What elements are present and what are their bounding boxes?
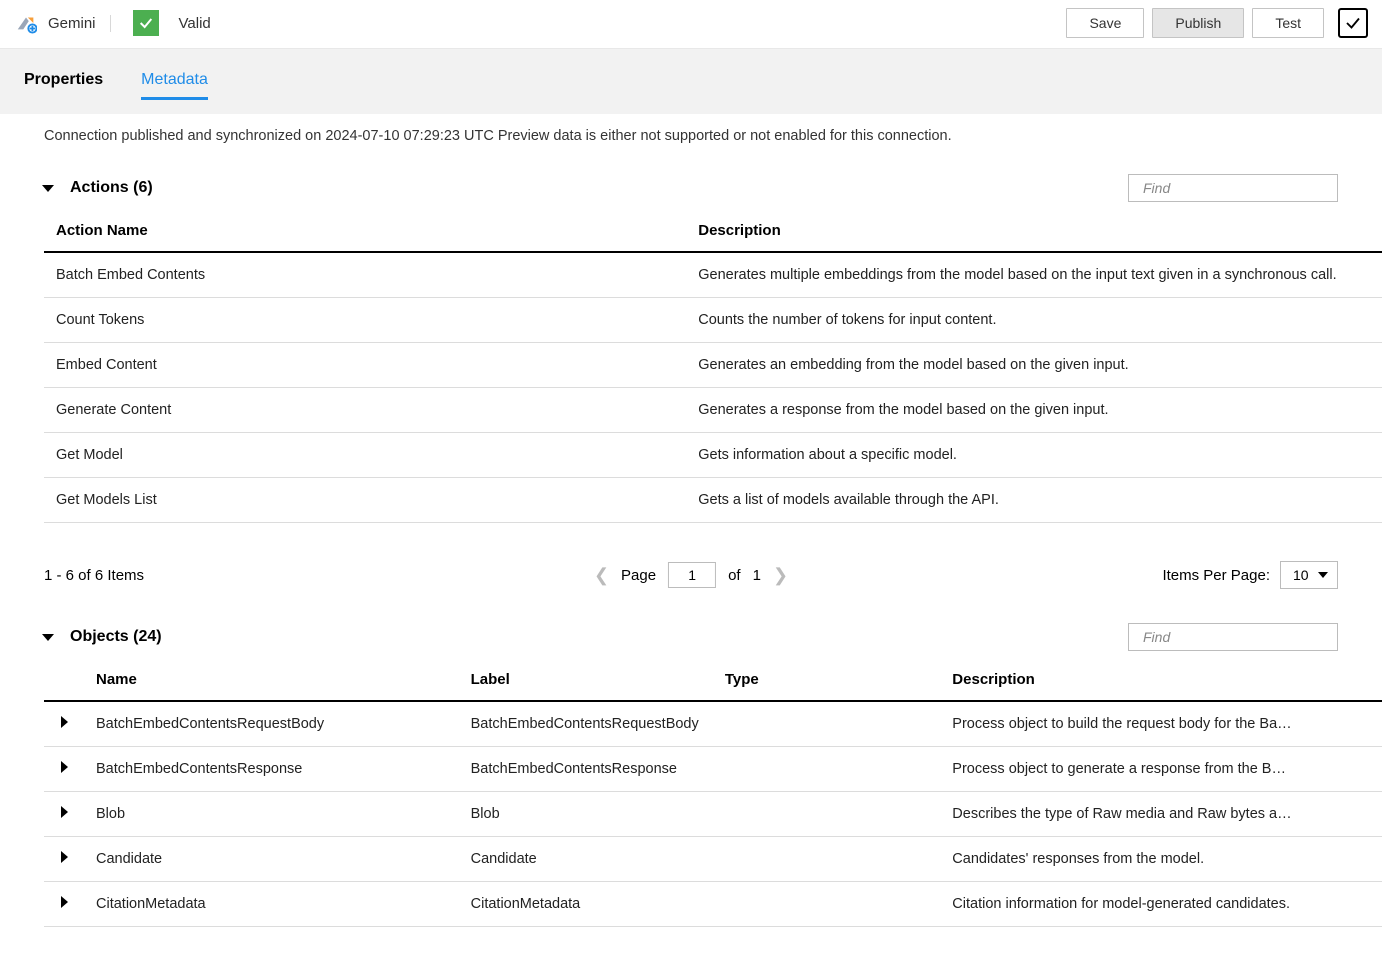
expand-row-toggle[interactable] [44, 837, 84, 882]
objects-find-input[interactable] [1128, 623, 1338, 651]
checkmark-button[interactable] [1338, 8, 1368, 38]
object-name: CitationMetadata [84, 882, 459, 927]
object-description: Process object to generate a response fr… [940, 747, 1382, 792]
table-row[interactable]: BatchEmbedContentsResponseBatchEmbedCont… [44, 747, 1382, 792]
valid-check-icon [133, 10, 159, 36]
objects-col-name: Name [84, 659, 459, 701]
action-name: Embed Content [44, 343, 686, 388]
chevron-right-icon [61, 761, 68, 773]
action-name: Generate Content [44, 388, 686, 433]
action-description: Generates multiple embeddings from the m… [686, 252, 1382, 298]
pager-prev-icon[interactable]: ❮ [594, 565, 609, 586]
object-name: BatchEmbedContentsRequestBody [84, 701, 459, 747]
object-description: Describes the type of Raw media and Raw … [940, 792, 1382, 837]
table-row[interactable]: CandidateCandidate Candidates' responses … [44, 837, 1382, 882]
action-description: Gets a list of models available through … [686, 478, 1382, 523]
object-description: Citation information for model-generated… [940, 882, 1382, 927]
actions-col-desc: Description [686, 210, 1382, 252]
object-label: Candidate [459, 837, 713, 882]
chevron-right-icon [61, 896, 68, 908]
table-row[interactable]: Count TokensCounts the number of tokens … [44, 298, 1382, 343]
object-name: Blob [84, 792, 459, 837]
items-per-page: Items Per Page: 10 [1162, 561, 1338, 589]
object-label: BatchEmbedContentsResponse [459, 747, 713, 792]
object-label: CitationMetadata [459, 882, 713, 927]
object-name: Candidate [84, 837, 459, 882]
pager-range: 1 - 6 of 6 Items [44, 567, 144, 584]
object-description: Candidates' responses from the model. [940, 837, 1382, 882]
object-description: Process object to build the request body… [940, 701, 1382, 747]
table-row[interactable]: BlobBlob Describes the type of Raw media … [44, 792, 1382, 837]
test-button[interactable]: Test [1252, 8, 1324, 38]
ipp-label: Items Per Page: [1162, 567, 1270, 584]
app-title: Gemini [48, 15, 111, 32]
section-objects-header: Objects (24) [0, 599, 1382, 659]
action-name: Get Model [44, 433, 686, 478]
expand-row-toggle[interactable] [44, 747, 84, 792]
table-row[interactable]: Batch Embed ContentsGenerates multiple e… [44, 252, 1382, 298]
object-type [713, 837, 940, 882]
expand-row-toggle[interactable] [44, 792, 84, 837]
pager-of-label: of [728, 567, 741, 584]
pager: 1 - 6 of 6 Items ❮ Page of 1 ❯ Items Per… [0, 523, 1382, 599]
object-name: BatchEmbedContentsResponse [84, 747, 459, 792]
table-row[interactable]: Get ModelGets information about a specif… [44, 433, 1382, 478]
chevron-right-icon [61, 716, 68, 728]
collapse-objects-toggle[interactable] [42, 634, 54, 641]
topbar-left: Gemini Valid [14, 10, 211, 36]
panel-metadata: Connection published and synchronized on… [0, 114, 1382, 967]
tab-metadata[interactable]: Metadata [141, 71, 208, 100]
object-type [713, 792, 940, 837]
pager-next-icon[interactable]: ❯ [773, 565, 788, 586]
object-label: BatchEmbedContentsRequestBody [459, 701, 713, 747]
status-text: Connection published and synchronized on… [0, 128, 1382, 160]
objects-col-type: Type [713, 659, 940, 701]
actions-table: Action Name Description Batch Embed Cont… [44, 210, 1382, 523]
objects-table: Name Label Type Description BatchEmbedCo… [44, 659, 1382, 927]
object-type [713, 747, 940, 792]
save-button[interactable]: Save [1066, 8, 1144, 38]
pager-page-input[interactable] [668, 562, 716, 588]
action-description: Generates an embedding from the model ba… [686, 343, 1382, 388]
pager-center: ❮ Page of 1 ❯ [594, 562, 788, 588]
actions-find-input[interactable] [1128, 174, 1338, 202]
objects-heading: Objects (24) [70, 628, 162, 646]
actions-heading: Actions (6) [70, 179, 153, 197]
action-name: Get Models List [44, 478, 686, 523]
section-actions-header: Actions (6) [0, 160, 1382, 210]
object-type [713, 882, 940, 927]
table-row[interactable]: BatchEmbedContentsRequestBodyBatchEmbedC… [44, 701, 1382, 747]
tabs: Properties Metadata [0, 49, 1382, 100]
content-area: Properties Metadata Connection published… [0, 49, 1382, 967]
object-type [713, 701, 940, 747]
pager-total-pages: 1 [753, 567, 761, 584]
pager-page-label: Page [621, 567, 656, 584]
tab-properties[interactable]: Properties [24, 71, 103, 100]
objects-col-expand [44, 659, 84, 701]
expand-row-toggle[interactable] [44, 882, 84, 927]
table-row[interactable]: CitationMetadataCitationMetadata Citation… [44, 882, 1382, 927]
table-row[interactable]: Get Models ListGets a list of models ava… [44, 478, 1382, 523]
objects-col-desc: Description [940, 659, 1382, 701]
topbar: Gemini Valid Save Publish Test [0, 0, 1382, 49]
action-name: Count Tokens [44, 298, 686, 343]
connector-icon [14, 11, 38, 35]
expand-row-toggle[interactable] [44, 701, 84, 747]
action-name: Batch Embed Contents [44, 252, 686, 298]
ipp-select[interactable]: 10 [1280, 561, 1338, 589]
action-description: Gets information about a specific model. [686, 433, 1382, 478]
actions-col-name: Action Name [44, 210, 686, 252]
collapse-actions-toggle[interactable] [42, 185, 54, 192]
action-description: Generates a response from the model base… [686, 388, 1382, 433]
valid-label: Valid [179, 15, 211, 32]
topbar-right: Save Publish Test [1066, 8, 1368, 38]
publish-button[interactable]: Publish [1152, 8, 1244, 38]
object-label: Blob [459, 792, 713, 837]
objects-col-label: Label [459, 659, 713, 701]
action-description: Counts the number of tokens for input co… [686, 298, 1382, 343]
table-row[interactable]: Generate ContentGenerates a response fro… [44, 388, 1382, 433]
chevron-right-icon [61, 851, 68, 863]
table-row[interactable]: Embed ContentGenerates an embedding from… [44, 343, 1382, 388]
chevron-right-icon [61, 806, 68, 818]
